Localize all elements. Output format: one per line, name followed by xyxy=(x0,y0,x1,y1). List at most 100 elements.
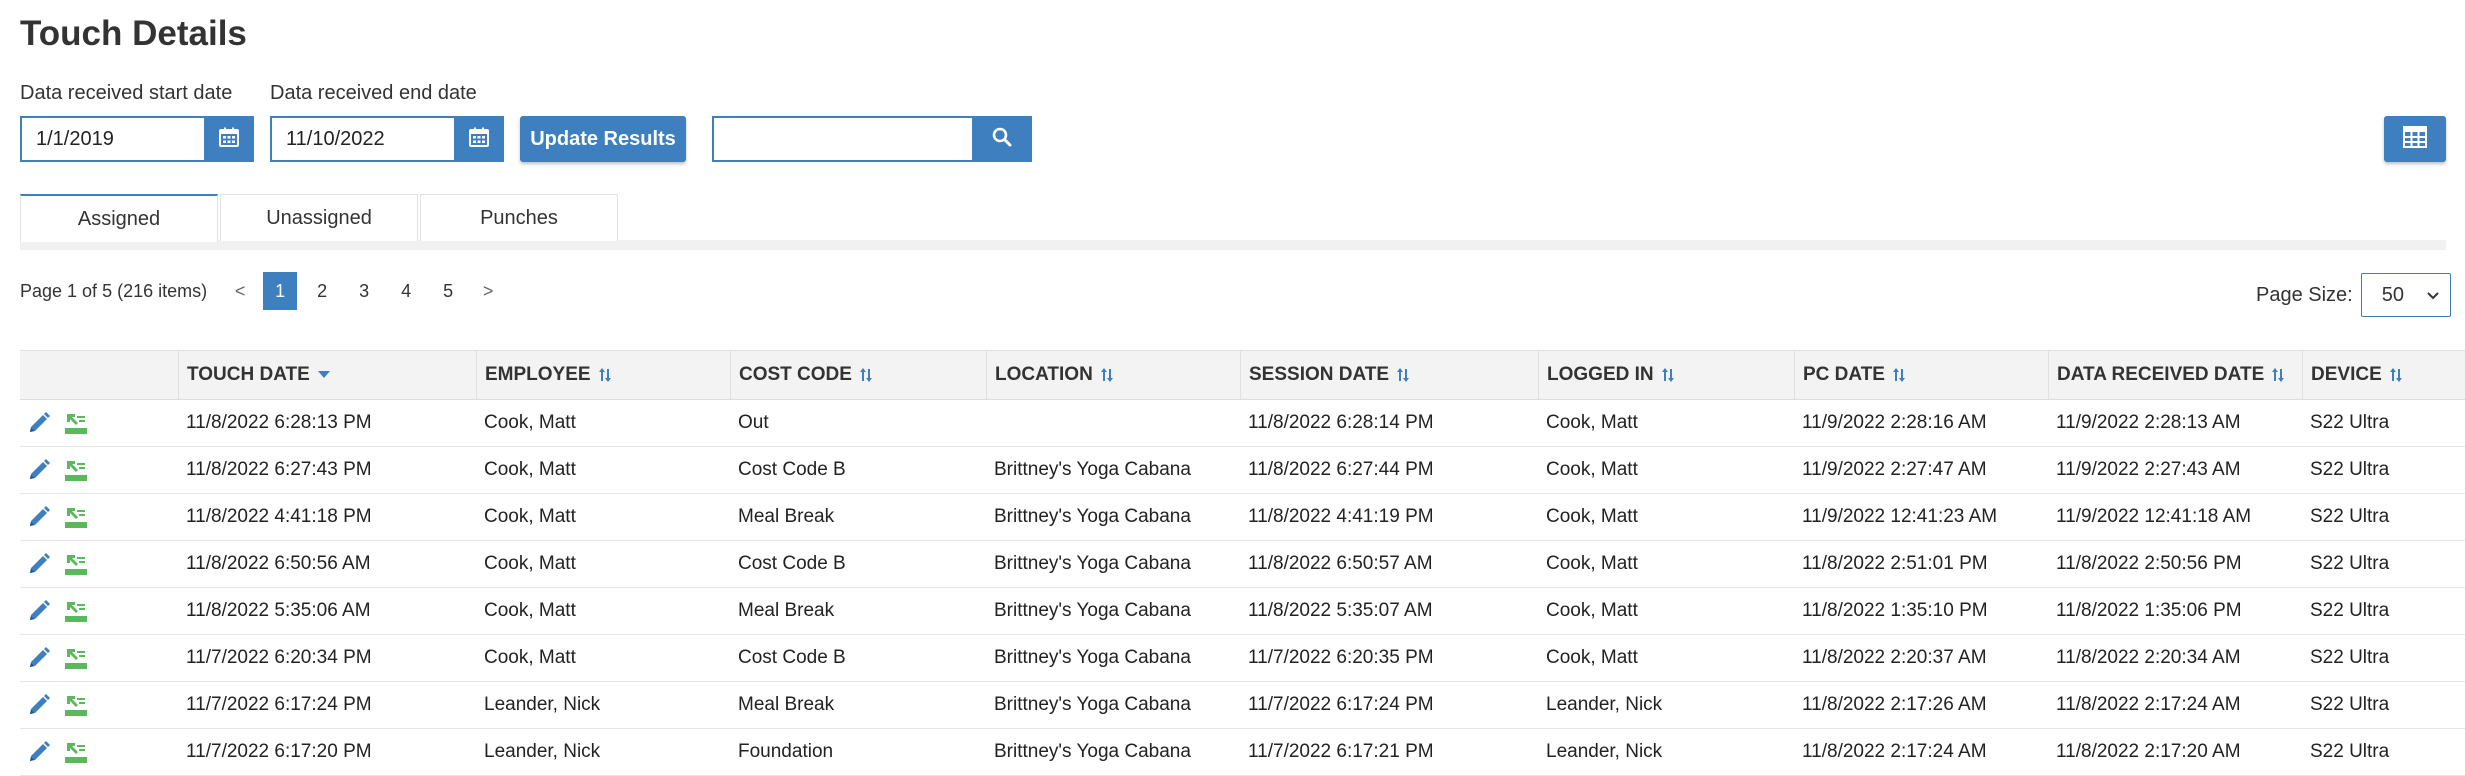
cell-device: S22 Ultra xyxy=(2310,694,2390,715)
col-header-employee[interactable]: EMPLOYEE xyxy=(476,351,730,399)
cell-pc-date: 11/9/2022 2:28:16 AM xyxy=(1802,412,1987,433)
cell-pc-date: 11/8/2022 1:35:10 PM xyxy=(1802,600,1988,621)
pencil-icon[interactable] xyxy=(28,459,50,481)
page-size-value: 50 xyxy=(2381,283,2404,306)
col-header-data-received-date[interactable]: DATA RECEIVED DATE xyxy=(2048,351,2302,399)
row-actions xyxy=(20,729,178,775)
sort-icon[interactable] xyxy=(1100,368,1113,382)
col-header-logged-in[interactable]: LOGGED IN xyxy=(1538,351,1794,399)
sort-icon[interactable] xyxy=(1661,368,1674,382)
tab-assigned[interactable]: Assigned xyxy=(20,194,218,242)
cell-data-received-date: 11/8/2022 2:50:56 PM xyxy=(2056,553,2242,574)
row-actions xyxy=(20,447,178,493)
pager-page-4[interactable]: 4 xyxy=(385,272,427,310)
cell-pc-date: 11/8/2022 2:17:26 AM xyxy=(1802,694,1987,715)
start-date-calendar-button[interactable] xyxy=(204,116,254,162)
cell-location: Brittney's Yoga Cabana xyxy=(994,741,1191,762)
page-size-select[interactable]: 50 xyxy=(2360,273,2451,317)
pencil-icon[interactable] xyxy=(28,647,50,669)
pager-page-1[interactable]: 1 xyxy=(263,272,298,310)
map-pin-icon[interactable] xyxy=(64,599,88,623)
col-header-label: SESSION DATE xyxy=(1249,364,1390,385)
columns-grid-icon xyxy=(2403,125,2427,153)
end-date-label: Data received end date xyxy=(270,82,477,104)
pencil-icon[interactable] xyxy=(28,412,50,434)
chevron-down-icon xyxy=(2426,284,2440,307)
pencil-icon[interactable] xyxy=(28,741,50,763)
search-input[interactable] xyxy=(712,116,972,162)
map-pin-icon[interactable] xyxy=(64,458,88,482)
col-header-location[interactable]: LOCATION xyxy=(986,351,1240,399)
col-header-session-date[interactable]: SESSION DATE xyxy=(1240,351,1538,399)
map-pin-icon[interactable] xyxy=(64,552,88,576)
pencil-icon[interactable] xyxy=(28,553,50,575)
pager-prev-button[interactable]: < xyxy=(221,281,259,302)
tab-bar: Assigned Unassigned Punches xyxy=(20,194,2446,250)
cell-session-date: 11/8/2022 5:35:07 AM xyxy=(1248,600,1433,621)
cell-location: Brittney's Yoga Cabana xyxy=(994,694,1191,715)
col-header-label: DATA RECEIVED DATE xyxy=(2057,364,2265,385)
calendar-icon xyxy=(219,127,239,152)
col-header-cost-code[interactable]: COST CODE xyxy=(730,351,986,399)
end-date-input[interactable]: 11/10/2022 xyxy=(270,116,454,162)
cell-cost-code: Meal Break xyxy=(738,694,835,715)
col-header-actions xyxy=(20,351,178,399)
sort-icon[interactable] xyxy=(598,368,611,382)
cell-data-received-date: 11/9/2022 12:41:18 AM xyxy=(2056,506,2252,527)
row-actions xyxy=(20,541,178,587)
sort-icon[interactable] xyxy=(2389,368,2402,382)
tab-unassigned[interactable]: Unassigned xyxy=(220,194,418,241)
table-body: 11/8/2022 6:28:13 PM Cook, Matt Out 11/8/20… xyxy=(20,400,2465,776)
pencil-icon[interactable] xyxy=(28,694,50,716)
search-button[interactable] xyxy=(972,116,1032,162)
cell-cost-code: Cost Code B xyxy=(738,459,846,480)
column-chooser-button[interactable] xyxy=(2384,116,2446,162)
col-header-label: COST CODE xyxy=(739,364,852,385)
pager-page-3[interactable]: 3 xyxy=(343,272,385,310)
table-row: 11/8/2022 6:50:56 AM Cook, Matt Cost Code … xyxy=(20,541,2465,588)
map-pin-icon[interactable] xyxy=(64,740,88,764)
pager-page-2[interactable]: 2 xyxy=(301,272,343,310)
cell-device: S22 Ultra xyxy=(2310,600,2390,621)
cell-cost-code: Out xyxy=(738,412,769,433)
sort-desc-icon[interactable] xyxy=(317,371,330,379)
col-header-device[interactable]: DEVICE xyxy=(2302,351,2465,399)
cell-logged-in: Leander, Nick xyxy=(1546,741,1663,762)
table-row: 11/8/2022 6:27:43 PM Cook, Matt Cost Code … xyxy=(20,447,2465,494)
col-header-pc-date[interactable]: PC DATE xyxy=(1794,351,2048,399)
map-pin-icon[interactable] xyxy=(64,411,88,435)
pencil-icon[interactable] xyxy=(28,506,50,528)
start-date-input[interactable]: 1/1/2019 xyxy=(20,116,204,162)
end-date-calendar-button[interactable] xyxy=(454,116,504,162)
cell-logged-in: Cook, Matt xyxy=(1546,459,1638,480)
cell-data-received-date: 11/9/2022 2:27:43 AM xyxy=(2056,459,2241,480)
cell-touch-date: 11/8/2022 6:28:13 PM xyxy=(186,412,372,433)
cell-session-date: 11/7/2022 6:17:21 PM xyxy=(1248,741,1434,762)
update-results-button[interactable]: Update Results xyxy=(520,116,686,162)
sort-icon[interactable] xyxy=(1892,368,1905,382)
pager-page-5[interactable]: 5 xyxy=(427,272,469,310)
row-actions xyxy=(20,635,178,681)
tab-punches[interactable]: Punches xyxy=(420,194,618,241)
map-pin-icon[interactable] xyxy=(64,693,88,717)
sort-icon[interactable] xyxy=(1397,368,1410,382)
row-actions xyxy=(20,682,178,728)
search-box xyxy=(712,116,1032,162)
pencil-icon[interactable] xyxy=(28,600,50,622)
cell-employee: Cook, Matt xyxy=(484,506,576,527)
touch-details-grid: TOUCH DATE EMPLOYEE COST CODE LOCATION SESSI… xyxy=(20,350,2465,776)
sort-icon[interactable] xyxy=(859,368,872,382)
pager: Page 1 of 5 (216 items) < 1 2 3 4 5 > xyxy=(20,272,507,310)
cell-session-date: 11/8/2022 6:27:44 PM xyxy=(1248,459,1434,480)
cell-touch-date: 11/8/2022 4:41:18 PM xyxy=(186,506,372,527)
col-header-touch-date[interactable]: TOUCH DATE xyxy=(178,351,476,399)
map-pin-icon[interactable] xyxy=(64,505,88,529)
end-date-picker: 11/10/2022 xyxy=(270,116,504,162)
table-row: 11/8/2022 4:41:18 PM Cook, Matt Meal Break… xyxy=(20,494,2465,541)
col-header-label: LOGGED IN xyxy=(1547,364,1654,385)
col-header-label: EMPLOYEE xyxy=(485,364,591,385)
sort-icon[interactable] xyxy=(2272,368,2285,382)
pager-next-button[interactable]: > xyxy=(469,281,507,302)
map-pin-icon[interactable] xyxy=(64,646,88,670)
col-header-label: PC DATE xyxy=(1803,364,1885,385)
